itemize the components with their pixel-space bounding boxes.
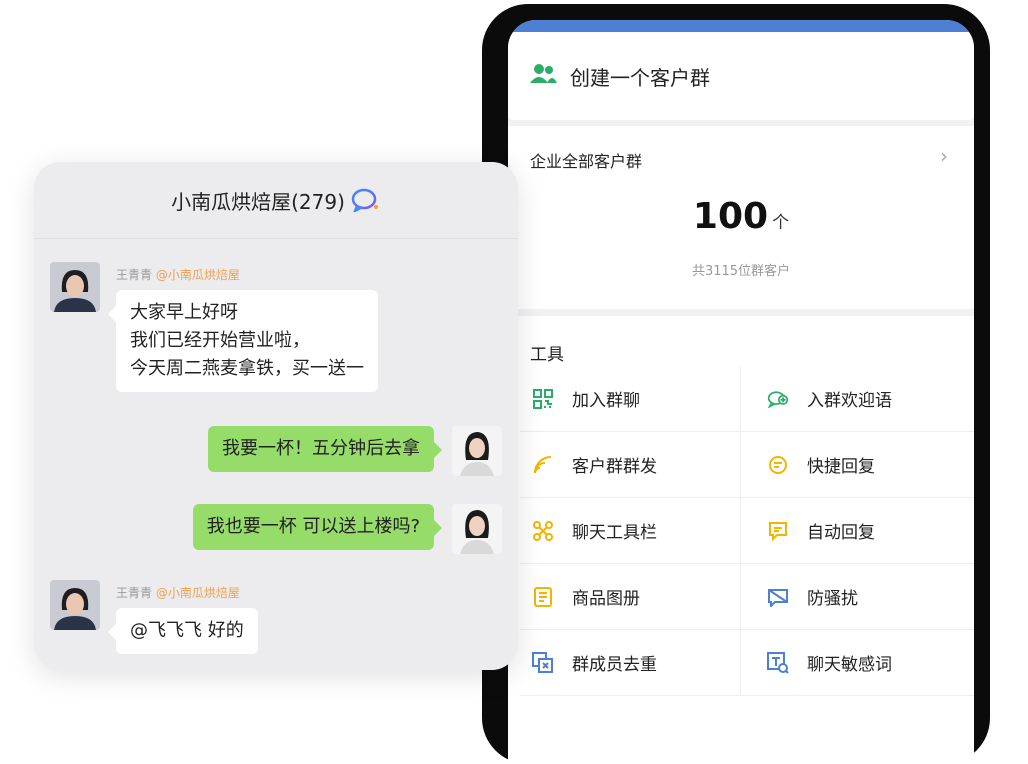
message-line: 我也要一杯 可以送上楼吗? [206, 516, 420, 537]
sender-mention: @小南瓜烘焙屋 [155, 586, 240, 600]
auto-reply-icon [767, 520, 789, 542]
all-groups-title: 企业全部客户群 [530, 152, 643, 171]
catalog-icon [532, 586, 554, 608]
message-line: 我们已经开始营业啦， [130, 330, 310, 351]
tool-label: 防骚扰 [807, 589, 858, 609]
tool-label: 群成员去重 [572, 655, 657, 675]
message-sender: 王青青 @小南瓜烘焙屋 [116, 266, 240, 283]
welcome-chat-icon [767, 388, 789, 410]
tools-title: 工具 [530, 345, 564, 365]
sensitive-word-icon [767, 651, 789, 674]
tool-sensitive-words[interactable]: 聊天敏感词 [740, 630, 974, 696]
tool-group-broadcast[interactable]: 客户群群发 [520, 432, 740, 498]
group-customer-total: 共3115位群客户 [691, 264, 791, 279]
tool-welcome-message[interactable]: 入群欢迎语 [740, 366, 974, 432]
message-bubble[interactable]: 大家早上好呀 我们已经开始营业啦， 今天周二燕麦拿铁，买一送一 [108, 290, 378, 392]
sender-name: 王青青 [116, 586, 153, 600]
tool-label: 商品图册 [572, 589, 640, 609]
group-add-icon [530, 63, 558, 89]
tool-label: 加入群聊 [572, 391, 640, 411]
chevron-right-icon[interactable]: › [940, 144, 948, 168]
tool-label: 快捷回复 [807, 457, 875, 477]
group-count: 100 个 [508, 196, 974, 237]
dedupe-icon [532, 651, 554, 674]
tool-label: 客户群群发 [572, 457, 657, 477]
tool-anti-harassment[interactable]: 防骚扰 [740, 564, 974, 630]
message-line: 大家早上好呀 [130, 302, 238, 323]
create-group-label: 创建一个客户群 [570, 65, 710, 90]
quick-reply-icon [767, 454, 789, 476]
create-group-button[interactable]: 创建一个客户群 [508, 32, 974, 120]
sender-name: 王青青 [116, 268, 153, 282]
anti-harass-icon [767, 586, 789, 608]
tool-dedupe-members[interactable]: 群成员去重 [520, 630, 740, 696]
self-avatar[interactable] [452, 504, 502, 554]
phone-screen: 创建一个客户群 企业全部客户群 › 100 个 共3115位群客户 工具 加入群… [508, 20, 974, 764]
tool-auto-reply[interactable]: 自动回复 [740, 498, 974, 564]
chat-title: 小南瓜烘焙屋(279) [171, 189, 345, 214]
message-sender: 王青青 @小南瓜烘焙屋 [116, 584, 240, 601]
message-bubble[interactable]: @飞飞飞 好的 [108, 608, 258, 654]
tool-chat-toolbar[interactable]: 聊天工具栏 [520, 498, 740, 564]
self-avatar[interactable] [452, 426, 502, 476]
tool-label: 自动回复 [807, 523, 875, 543]
message-line: 今天周二燕麦拿铁，买一送一 [130, 358, 364, 379]
toolbar-icon [532, 520, 554, 542]
avatar[interactable] [50, 262, 100, 312]
chat-bubble-icon [351, 188, 381, 212]
message-line: @飞飞飞 好的 [130, 620, 244, 641]
tool-label: 聊天敏感词 [807, 655, 892, 675]
chat-header: 小南瓜烘焙屋(279) [34, 162, 518, 239]
broadcast-icon [532, 454, 554, 476]
group-count-unit: 个 [772, 213, 790, 233]
tool-quick-reply[interactable]: 快捷回复 [740, 432, 974, 498]
message-line: 我要一杯！五分钟后去拿 [222, 438, 420, 459]
group-chat-window: 小南瓜烘焙屋(279) 王青青 @小南瓜烘焙屋 大家早上好呀 我们已经开始营业啦… [34, 162, 518, 670]
tools-grid: 加入群聊 入群欢迎语 客户群群发 快捷回复 聊天工具栏 自动回复 商品图册 防骚… [520, 366, 974, 696]
sender-mention: @小南瓜烘焙屋 [155, 268, 240, 282]
tool-label: 聊天工具栏 [572, 523, 657, 543]
tool-label: 入群欢迎语 [807, 391, 892, 411]
tools-section: 工具 加入群聊 入群欢迎语 客户群群发 快捷回复 聊天工具栏 自动回复 商品图册… [508, 316, 974, 764]
tool-product-catalog[interactable]: 商品图册 [520, 564, 740, 630]
all-groups-card[interactable]: 企业全部客户群 › 100 个 共3115位群客户 [508, 120, 974, 309]
group-count-number: 100 [692, 196, 769, 237]
phone-frame: 创建一个客户群 企业全部客户群 › 100 个 共3115位群客户 工具 加入群… [482, 4, 990, 764]
qrcode-icon [532, 388, 554, 410]
message-bubble-self[interactable]: 我也要一杯 可以送上楼吗? [192, 504, 443, 550]
message-bubble-self[interactable]: 我要一杯！五分钟后去拿 [208, 426, 442, 472]
avatar[interactable] [50, 580, 100, 630]
tool-join-group[interactable]: 加入群聊 [520, 366, 740, 432]
